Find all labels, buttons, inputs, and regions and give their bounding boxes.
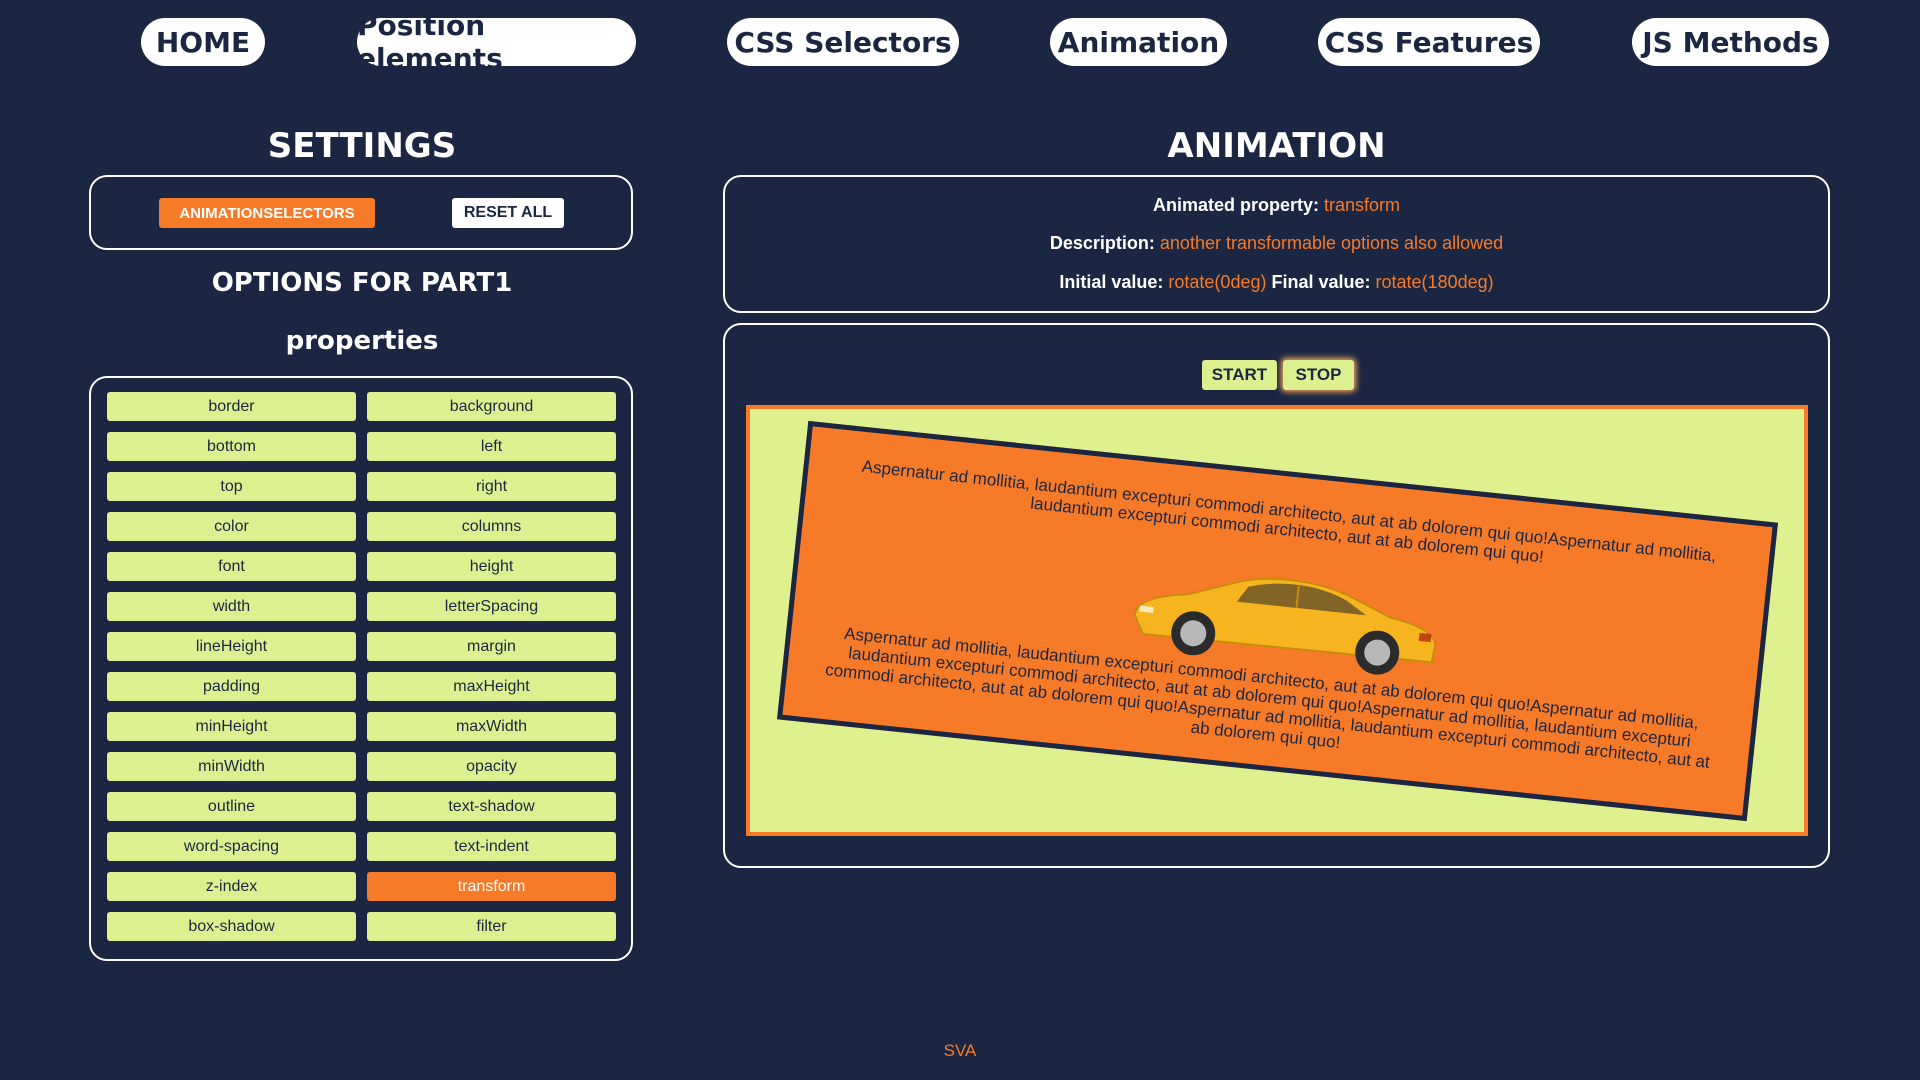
final-value: rotate(180deg) bbox=[1375, 272, 1494, 292]
property-button-box-shadow[interactable]: box-shadow bbox=[107, 912, 356, 941]
property-button-background[interactable]: background bbox=[367, 392, 616, 421]
nav-css-features-button[interactable]: CSS Features bbox=[1318, 18, 1540, 66]
description-value: another transformable options also allow… bbox=[1159, 233, 1504, 253]
property-button-opacity[interactable]: opacity bbox=[367, 752, 616, 781]
nav-position-elements-button[interactable]: Position elements bbox=[357, 9, 636, 75]
property-button-filter[interactable]: filter bbox=[367, 912, 616, 941]
values-line: Initial value: rotate(0deg) Final value:… bbox=[725, 272, 1828, 293]
initial-value: rotate(0deg) bbox=[1168, 272, 1267, 292]
property-button-margin[interactable]: margin bbox=[367, 632, 616, 661]
start-button[interactable]: START bbox=[1202, 360, 1277, 390]
description-label: Description: bbox=[1049, 233, 1155, 253]
settings-panel: ANIMATIONSELECTORS RESET ALL bbox=[89, 175, 633, 250]
property-button-font[interactable]: font bbox=[107, 552, 356, 581]
property-button-outline[interactable]: outline bbox=[107, 792, 356, 821]
property-button-minheight[interactable]: minHeight bbox=[107, 712, 356, 741]
property-button-right[interactable]: right bbox=[367, 472, 616, 501]
property-button-width[interactable]: width bbox=[107, 592, 356, 621]
properties-panel: border background bottom left top right color c… bbox=[89, 376, 633, 961]
property-button-top[interactable]: top bbox=[107, 472, 356, 501]
nav-animation-button[interactable]: Animation bbox=[1050, 18, 1227, 66]
initial-value-label: Initial value: bbox=[1059, 272, 1164, 292]
property-button-padding[interactable]: padding bbox=[107, 672, 356, 701]
description-line: Description: another transformable optio… bbox=[725, 233, 1828, 254]
animation-info-panel: Animated property: transform Description… bbox=[723, 175, 1830, 313]
property-button-left[interactable]: left bbox=[367, 432, 616, 461]
property-button-minwidth[interactable]: minWidth bbox=[107, 752, 356, 781]
reset-all-button[interactable]: RESET ALL bbox=[452, 198, 564, 228]
card-text-top: Aspernatur ad mollitia, laudantium excep… bbox=[860, 456, 1718, 567]
property-button-color[interactable]: color bbox=[107, 512, 356, 541]
property-button-lineheight[interactable]: lineHeight bbox=[107, 632, 356, 661]
property-button-maxwidth[interactable]: maxWidth bbox=[367, 712, 616, 741]
animated-property-value: transform bbox=[1324, 195, 1401, 215]
property-button-letterspacing[interactable]: letterSpacing bbox=[367, 592, 616, 621]
property-button-maxheight[interactable]: maxHeight bbox=[367, 672, 616, 701]
property-button-bottom[interactable]: bottom bbox=[107, 432, 356, 461]
nav-js-methods-button[interactable]: JS Methods bbox=[1632, 18, 1829, 66]
animation-selectors-button[interactable]: ANIMATIONSELECTORS bbox=[159, 198, 375, 228]
stop-button[interactable]: STOP bbox=[1283, 360, 1354, 390]
animated-card: Aspernatur ad mollitia, laudantium excep… bbox=[776, 420, 1779, 822]
property-button-border[interactable]: border bbox=[107, 392, 356, 421]
property-button-z-index[interactable]: z-index bbox=[107, 872, 356, 901]
property-button-transform[interactable]: transform bbox=[367, 872, 616, 901]
property-button-word-spacing[interactable]: word-spacing bbox=[107, 832, 356, 861]
property-button-text-indent[interactable]: text-indent bbox=[367, 832, 616, 861]
animation-title: ANIMATION bbox=[1167, 126, 1386, 166]
property-button-height[interactable]: height bbox=[367, 552, 616, 581]
animation-stage: Aspernatur ad mollitia, laudantium excep… bbox=[746, 405, 1808, 836]
property-button-text-shadow[interactable]: text-shadow bbox=[367, 792, 616, 821]
animated-property-label: Animated property: bbox=[1152, 195, 1319, 215]
settings-title: SETTINGS bbox=[267, 126, 457, 166]
options-title: OPTIONS FOR PART1 bbox=[211, 268, 513, 298]
final-value-label: Final value: bbox=[1271, 272, 1371, 292]
properties-title: properties bbox=[285, 326, 439, 356]
nav-css-selectors-button[interactable]: CSS Selectors bbox=[727, 18, 959, 66]
property-button-columns[interactable]: columns bbox=[367, 512, 616, 541]
animated-property-line: Animated property: transform bbox=[725, 195, 1828, 216]
nav-home-button[interactable]: HOME bbox=[141, 18, 265, 66]
footer-credit: SVA bbox=[943, 1041, 977, 1060]
